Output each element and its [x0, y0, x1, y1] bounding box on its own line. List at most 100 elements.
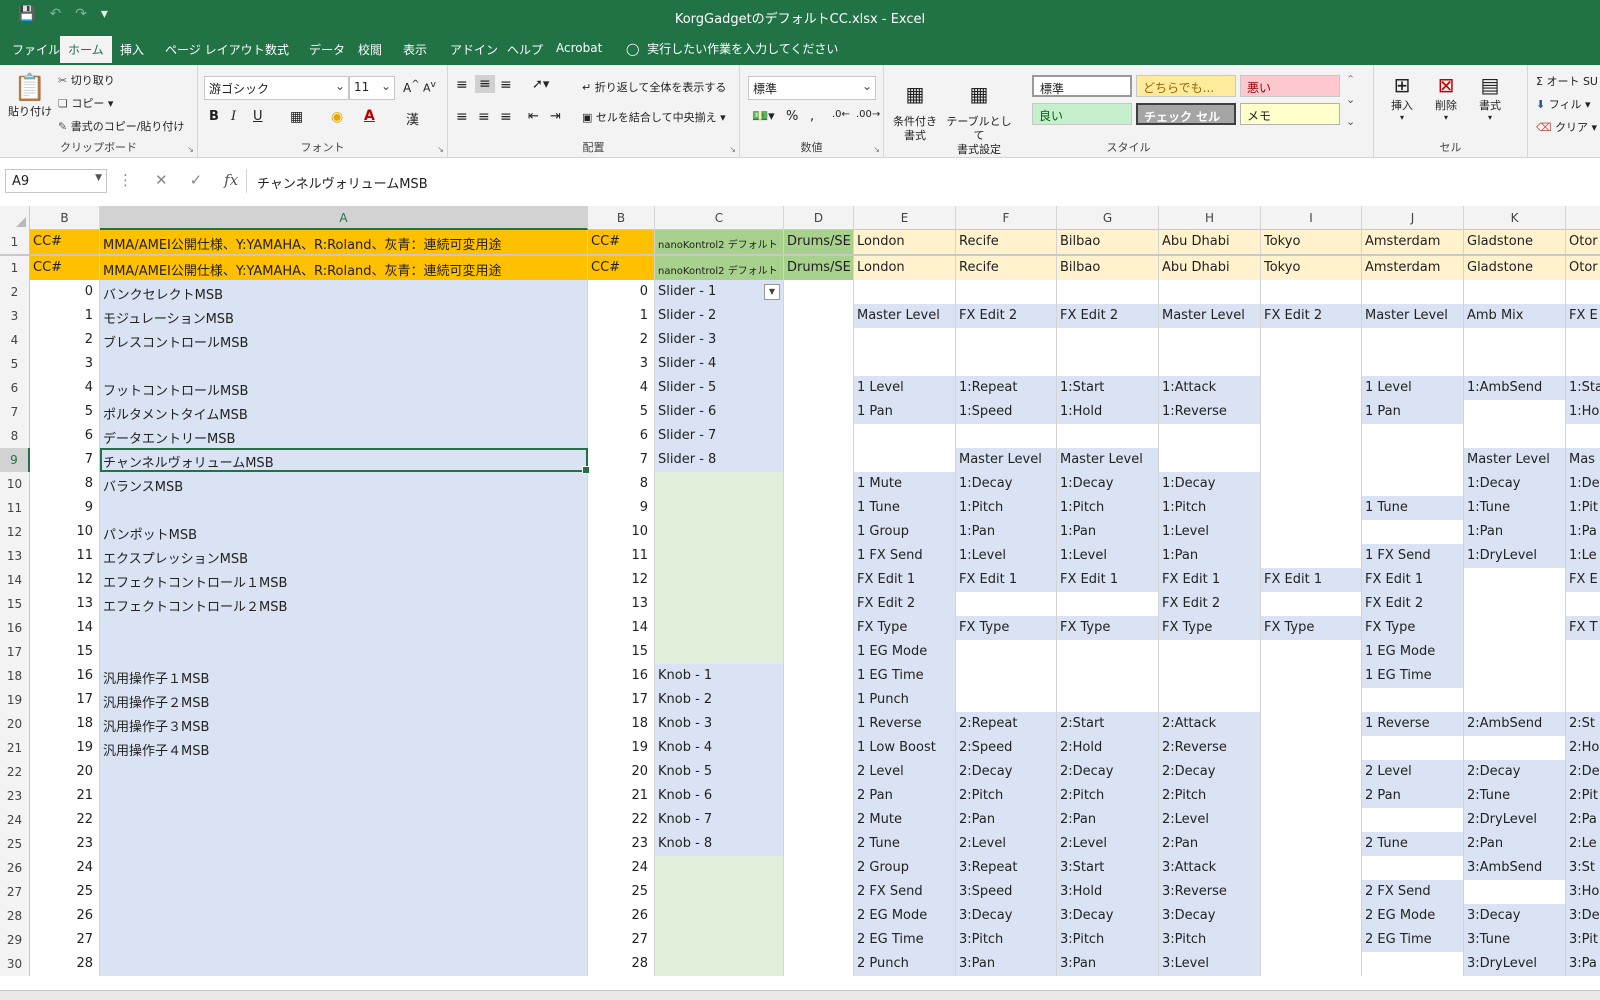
tab-file[interactable]: ファイル	[12, 41, 60, 58]
table-cell[interactable]	[784, 400, 854, 424]
table-cell[interactable]: 5	[30, 400, 100, 424]
table-cell[interactable]: 17	[588, 688, 655, 712]
table-cell[interactable]: Knob - 7	[655, 808, 784, 832]
table-cell[interactable]: FX Type	[1362, 616, 1464, 640]
table-cell[interactable]: Tokyo	[1261, 256, 1362, 280]
table-cell[interactable]: 1:Speed	[956, 400, 1057, 424]
table-cell[interactable]: 3:De	[1566, 904, 1600, 928]
cut-button[interactable]: ✂ 切り取り	[58, 72, 115, 88]
table-cell[interactable]: Knob - 4	[655, 736, 784, 760]
row-header[interactable]: 11	[0, 496, 30, 520]
table-cell[interactable]	[1057, 664, 1159, 688]
table-cell[interactable]	[1261, 592, 1362, 616]
table-cell[interactable]	[1362, 352, 1464, 376]
align-middle-icon[interactable]: ≡	[475, 75, 495, 93]
table-cell[interactable]: FX Type	[1057, 616, 1159, 640]
table-cell[interactable]: 18	[30, 712, 100, 736]
table-cell[interactable]	[1261, 424, 1362, 448]
table-cell[interactable]: 3:Repeat	[956, 856, 1057, 880]
table-cell[interactable]	[1159, 688, 1261, 712]
table-cell[interactable]	[784, 832, 854, 856]
table-cell[interactable]: 10	[588, 520, 655, 544]
table-cell[interactable]: 5	[588, 400, 655, 424]
table-cell[interactable]: 1:Pa	[1566, 520, 1600, 544]
table-cell[interactable]: 3:Decay	[1159, 904, 1261, 928]
table-cell[interactable]: 1:De	[1566, 472, 1600, 496]
table-cell[interactable]	[100, 496, 588, 520]
table-cell[interactable]: 24	[588, 856, 655, 880]
row-header[interactable]: 12	[0, 520, 30, 544]
table-cell[interactable]	[1261, 280, 1362, 304]
table-cell[interactable]: FX Edit 1	[854, 568, 956, 592]
dialog-launcher-icon[interactable]: ↘	[437, 145, 444, 154]
table-cell[interactable]: 2:Tune	[1464, 784, 1566, 808]
table-cell[interactable]: 汎用操作子１MSB	[100, 664, 588, 688]
table-cell[interactable]: 12	[588, 568, 655, 592]
tab-home[interactable]: ホーム	[60, 36, 112, 65]
table-cell[interactable]: 3	[30, 352, 100, 376]
table-cell[interactable]: 2 FX Send	[854, 880, 956, 904]
table-cell[interactable]: 1:Ho	[1566, 400, 1600, 424]
table-cell[interactable]: 1 FX Send	[1362, 544, 1464, 568]
row-header[interactable]: 8	[0, 424, 30, 448]
table-cell[interactable]: Slider - 4	[655, 352, 784, 376]
table-cell[interactable]: Master Level	[1159, 304, 1261, 328]
table-cell[interactable]: 1:Pan	[1057, 520, 1159, 544]
number-format-select[interactable]: 標準 ⌄	[748, 76, 876, 100]
table-cell[interactable]: 1:Pan	[1159, 544, 1261, 568]
filter-dropdown-icon[interactable]: ▼	[764, 284, 780, 300]
table-cell[interactable]: Recife	[956, 230, 1057, 254]
row-header[interactable]: 20	[0, 712, 30, 736]
table-cell[interactable]	[784, 568, 854, 592]
table-cell[interactable]	[1261, 544, 1362, 568]
table-cell[interactable]: 11	[588, 544, 655, 568]
table-cell[interactable]: 12	[30, 568, 100, 592]
table-cell[interactable]: 15	[30, 640, 100, 664]
table-cell[interactable]: FX E	[1566, 304, 1600, 328]
table-cell[interactable]: 2:Level	[1057, 832, 1159, 856]
table-cell[interactable]: 2 Pan	[854, 784, 956, 808]
table-cell[interactable]: Slider - 6	[655, 400, 784, 424]
table-cell[interactable]: 2:DryLevel	[1464, 808, 1566, 832]
table-cell[interactable]: ブレスコントロールMSB	[100, 328, 588, 352]
table-cell[interactable]	[1464, 616, 1566, 640]
column-header[interactable]	[1566, 206, 1600, 230]
table-cell[interactable]: Knob - 5	[655, 760, 784, 784]
table-cell[interactable]: 2 Level	[1362, 760, 1464, 784]
name-box[interactable]: A9 ▼	[5, 169, 107, 193]
table-cell[interactable]	[956, 328, 1057, 352]
table-cell[interactable]: Slider - 5	[655, 376, 784, 400]
table-cell[interactable]	[956, 640, 1057, 664]
table-cell[interactable]: 2:AmbSend	[1464, 712, 1566, 736]
table-cell[interactable]	[100, 352, 588, 376]
table-cell[interactable]	[1362, 736, 1464, 760]
row-header[interactable]: 10	[0, 472, 30, 496]
table-cell[interactable]: 2 EG Mode	[1362, 904, 1464, 928]
table-cell[interactable]: 1:Pitch	[1159, 496, 1261, 520]
row-header[interactable]: 13	[0, 544, 30, 568]
column-header[interactable]: A	[100, 206, 588, 230]
table-cell[interactable]: 2:Reverse	[1159, 736, 1261, 760]
table-cell[interactable]: 3:Pitch	[1057, 928, 1159, 952]
table-cell[interactable]: 2	[30, 328, 100, 352]
table-cell[interactable]	[100, 856, 588, 880]
grow-font-button[interactable]: A^	[403, 79, 420, 95]
table-cell[interactable]: Amsterdam	[1362, 230, 1464, 254]
table-cell[interactable]	[784, 328, 854, 352]
table-cell[interactable]: Drums/SE	[784, 256, 854, 280]
table-cell[interactable]	[784, 712, 854, 736]
table-cell[interactable]: 2:Decay	[1464, 760, 1566, 784]
format-painter-button[interactable]: ✎ 書式のコピー/貼り付け	[58, 118, 184, 134]
table-cell[interactable]: 9	[588, 496, 655, 520]
table-cell[interactable]: 7	[30, 448, 100, 472]
table-cell[interactable]	[1362, 448, 1464, 472]
table-cell[interactable]	[784, 544, 854, 568]
table-cell[interactable]: FX Edit 2	[956, 304, 1057, 328]
table-cell[interactable]: 2	[588, 328, 655, 352]
table-cell[interactable]: 2:Pan	[1464, 832, 1566, 856]
align-top-icon[interactable]: ≡	[456, 77, 468, 93]
table-cell[interactable]: Slider - 2	[655, 304, 784, 328]
table-cell[interactable]	[854, 328, 956, 352]
table-cell[interactable]	[1464, 640, 1566, 664]
table-cell[interactable]: FX Edit 1	[1159, 568, 1261, 592]
